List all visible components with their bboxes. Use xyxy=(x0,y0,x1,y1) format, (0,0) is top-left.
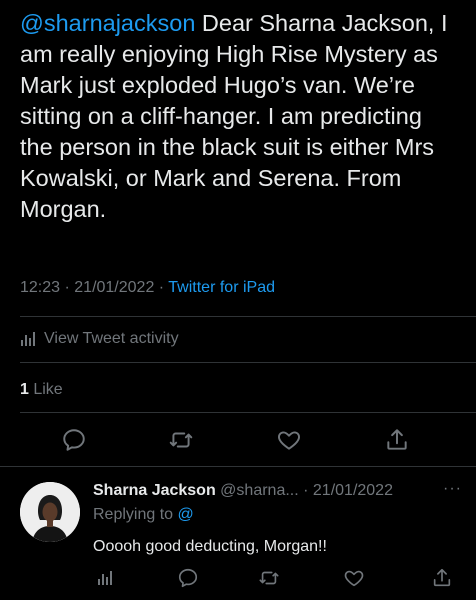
avatar[interactable] xyxy=(20,482,80,542)
retweet-button[interactable] xyxy=(166,425,196,455)
reply-reply-button[interactable] xyxy=(176,566,200,590)
retweet-icon xyxy=(259,571,279,585)
reply-icon xyxy=(63,429,85,451)
tweet-text: @sharnajackson Dear Sharna Jackson, I am… xyxy=(20,8,460,225)
likes-label: Like xyxy=(28,381,63,398)
meta-separator: · xyxy=(154,279,169,296)
reply-action-bar xyxy=(0,566,476,594)
tweet-source[interactable]: Twitter for iPad xyxy=(168,279,275,296)
meta-separator: · xyxy=(60,279,75,296)
divider xyxy=(20,362,476,363)
share-icon xyxy=(387,429,407,450)
more-options-button[interactable]: ··· xyxy=(443,480,462,498)
share-icon xyxy=(433,568,451,587)
analytics-icon xyxy=(98,571,112,585)
view-activity-label: View Tweet activity xyxy=(44,330,179,347)
reply-share-button[interactable] xyxy=(430,566,454,590)
share-button[interactable] xyxy=(382,425,412,455)
divider xyxy=(20,412,476,413)
tweet-meta: 12:23 · 21/01/2022 · Twitter for iPad xyxy=(20,279,275,297)
tweet-body: Dear Sharna Jackson, I am really enjoyin… xyxy=(20,10,448,222)
analytics-icon xyxy=(21,332,35,346)
reply-icon xyxy=(178,568,198,588)
reply-text: Ooooh good deducting, Morgan!! xyxy=(93,538,327,555)
likes-count[interactable]: 1 Like xyxy=(20,381,63,399)
replying-to: Replying to @ xyxy=(93,506,194,524)
like-icon xyxy=(344,570,364,587)
tweet-date[interactable]: 21/01/2022 xyxy=(74,279,154,296)
view-activity-button[interactable]: View Tweet activity xyxy=(20,327,179,351)
divider xyxy=(0,466,476,467)
reply-button[interactable] xyxy=(59,425,89,455)
replying-to-label: Replying to xyxy=(93,506,178,523)
avatar-photo xyxy=(20,482,80,542)
likes-number: 1 xyxy=(20,381,29,398)
reply-handle-date: @sharna... · 21/01/2022 xyxy=(215,482,393,499)
like-icon xyxy=(278,431,300,450)
divider xyxy=(20,316,476,317)
replying-to-link[interactable]: @ xyxy=(178,506,194,523)
reply-header: Sharna Jackson @sharna... · 21/01/2022 xyxy=(93,482,463,500)
reply-like-button[interactable] xyxy=(342,566,366,590)
like-button[interactable] xyxy=(274,425,304,455)
tweet-action-bar xyxy=(0,425,476,459)
reply-author-name[interactable]: Sharna Jackson xyxy=(93,482,216,499)
retweet-icon xyxy=(169,432,193,448)
reply-tweet[interactable]: Sharna Jackson @sharna... · 21/01/2022 ·… xyxy=(0,470,476,600)
tweet-time[interactable]: 12:23 xyxy=(20,279,60,296)
mention-link[interactable]: @sharnajackson xyxy=(20,10,195,36)
reply-analytics-button[interactable] xyxy=(93,566,117,590)
reply-retweet-button[interactable] xyxy=(257,566,281,590)
